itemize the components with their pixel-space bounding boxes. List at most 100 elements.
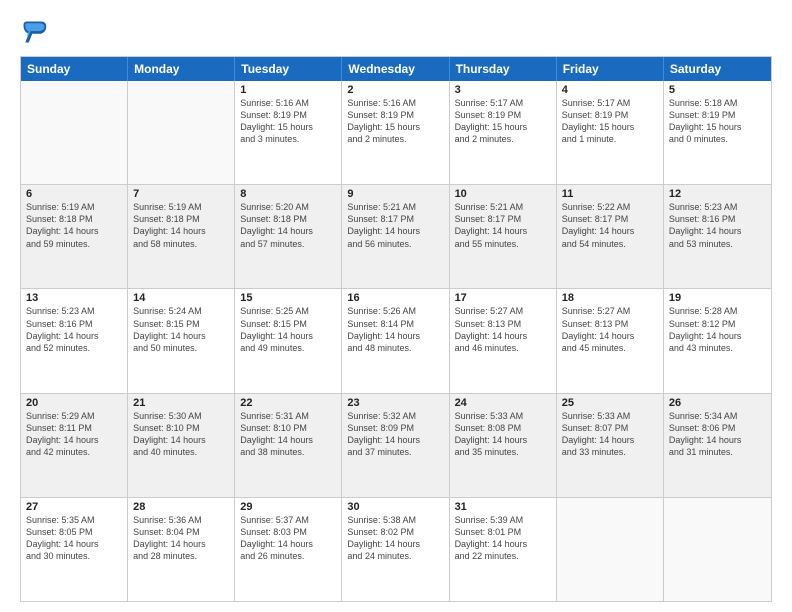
cell-info-line: Sunset: 8:10 PM — [133, 422, 229, 434]
cell-info-line: Sunrise: 5:23 AM — [26, 305, 122, 317]
calendar: SundayMondayTuesdayWednesdayThursdayFrid… — [20, 56, 772, 602]
weekday-header-saturday: Saturday — [664, 57, 771, 81]
day-number: 8 — [240, 188, 336, 200]
day-number: 15 — [240, 292, 336, 304]
calendar-cell: 7Sunrise: 5:19 AMSunset: 8:18 PMDaylight… — [128, 185, 235, 288]
cell-info-line: Sunset: 8:13 PM — [455, 318, 551, 330]
cell-info-line: Sunrise: 5:35 AM — [26, 514, 122, 526]
calendar-cell: 21Sunrise: 5:30 AMSunset: 8:10 PMDayligh… — [128, 394, 235, 497]
cell-info-line: Sunset: 8:09 PM — [347, 422, 443, 434]
day-number: 31 — [455, 501, 551, 513]
day-number: 9 — [347, 188, 443, 200]
calendar-row-1: 1Sunrise: 5:16 AMSunset: 8:19 PMDaylight… — [21, 81, 771, 184]
cell-info-line: Daylight: 14 hours — [347, 538, 443, 550]
calendar-cell: 29Sunrise: 5:37 AMSunset: 8:03 PMDayligh… — [235, 498, 342, 601]
cell-info-line: Sunset: 8:02 PM — [347, 526, 443, 538]
cell-info-line: and 46 minutes. — [455, 342, 551, 354]
cell-info-line: and 37 minutes. — [347, 446, 443, 458]
cell-info-line: Sunrise: 5:21 AM — [455, 201, 551, 213]
cell-info-line: and 54 minutes. — [562, 238, 658, 250]
calendar-body: 1Sunrise: 5:16 AMSunset: 8:19 PMDaylight… — [21, 81, 771, 601]
weekday-header-monday: Monday — [128, 57, 235, 81]
cell-info-line: Daylight: 14 hours — [347, 434, 443, 446]
cell-info-line: and 28 minutes. — [133, 550, 229, 562]
cell-info-line: and 52 minutes. — [26, 342, 122, 354]
cell-info-line: and 26 minutes. — [240, 550, 336, 562]
calendar-cell: 8Sunrise: 5:20 AMSunset: 8:18 PMDaylight… — [235, 185, 342, 288]
cell-info-line: Daylight: 14 hours — [133, 434, 229, 446]
cell-info-line: Sunrise: 5:19 AM — [133, 201, 229, 213]
calendar-cell: 1Sunrise: 5:16 AMSunset: 8:19 PMDaylight… — [235, 81, 342, 184]
day-number: 1 — [240, 84, 336, 96]
calendar-cell: 28Sunrise: 5:36 AMSunset: 8:04 PMDayligh… — [128, 498, 235, 601]
calendar-cell: 4Sunrise: 5:17 AMSunset: 8:19 PMDaylight… — [557, 81, 664, 184]
day-number: 18 — [562, 292, 658, 304]
cell-info-line: Sunset: 8:18 PM — [26, 213, 122, 225]
cell-info-line: Sunset: 8:13 PM — [562, 318, 658, 330]
cell-info-line: Sunset: 8:01 PM — [455, 526, 551, 538]
calendar-row-5: 27Sunrise: 5:35 AMSunset: 8:05 PMDayligh… — [21, 497, 771, 601]
cell-info-line: Daylight: 14 hours — [26, 434, 122, 446]
cell-info-line: Sunset: 8:15 PM — [133, 318, 229, 330]
cell-info-line: Sunset: 8:15 PM — [240, 318, 336, 330]
cell-info-line: Sunset: 8:08 PM — [455, 422, 551, 434]
day-number: 11 — [562, 188, 658, 200]
calendar-cell: 3Sunrise: 5:17 AMSunset: 8:19 PMDaylight… — [450, 81, 557, 184]
calendar-cell — [664, 498, 771, 601]
cell-info-line: Sunrise: 5:29 AM — [26, 410, 122, 422]
calendar-cell: 19Sunrise: 5:28 AMSunset: 8:12 PMDayligh… — [664, 289, 771, 392]
cell-info-line: Sunrise: 5:23 AM — [669, 201, 766, 213]
cell-info-line: Sunset: 8:18 PM — [240, 213, 336, 225]
cell-info-line: Sunrise: 5:36 AM — [133, 514, 229, 526]
day-number: 27 — [26, 501, 122, 513]
weekday-header-sunday: Sunday — [21, 57, 128, 81]
cell-info-line: Sunset: 8:10 PM — [240, 422, 336, 434]
cell-info-line: Sunrise: 5:25 AM — [240, 305, 336, 317]
cell-info-line: Daylight: 14 hours — [347, 225, 443, 237]
cell-info-line: Sunset: 8:19 PM — [669, 109, 766, 121]
calendar-cell: 24Sunrise: 5:33 AMSunset: 8:08 PMDayligh… — [450, 394, 557, 497]
cell-info-line: Sunrise: 5:24 AM — [133, 305, 229, 317]
cell-info-line: Sunset: 8:16 PM — [669, 213, 766, 225]
cell-info-line: Daylight: 14 hours — [26, 225, 122, 237]
calendar-cell: 2Sunrise: 5:16 AMSunset: 8:19 PMDaylight… — [342, 81, 449, 184]
cell-info-line: Daylight: 14 hours — [669, 330, 766, 342]
cell-info-line: and 49 minutes. — [240, 342, 336, 354]
cell-info-line: Sunset: 8:03 PM — [240, 526, 336, 538]
cell-info-line: Sunrise: 5:17 AM — [455, 97, 551, 109]
cell-info-line: Sunrise: 5:27 AM — [455, 305, 551, 317]
cell-info-line: and 31 minutes. — [669, 446, 766, 458]
day-number: 21 — [133, 397, 229, 409]
cell-info-line: Sunset: 8:14 PM — [347, 318, 443, 330]
calendar-cell: 18Sunrise: 5:27 AMSunset: 8:13 PMDayligh… — [557, 289, 664, 392]
cell-info-line: and 55 minutes. — [455, 238, 551, 250]
cell-info-line: Daylight: 14 hours — [562, 434, 658, 446]
cell-info-line: and 45 minutes. — [562, 342, 658, 354]
calendar-cell: 23Sunrise: 5:32 AMSunset: 8:09 PMDayligh… — [342, 394, 449, 497]
cell-info-line: Daylight: 14 hours — [240, 434, 336, 446]
cell-info-line: Sunrise: 5:22 AM — [562, 201, 658, 213]
cell-info-line: Daylight: 14 hours — [455, 538, 551, 550]
cell-info-line: Daylight: 14 hours — [455, 434, 551, 446]
cell-info-line: Daylight: 15 hours — [562, 121, 658, 133]
cell-info-line: and 59 minutes. — [26, 238, 122, 250]
day-number: 5 — [669, 84, 766, 96]
cell-info-line: Sunrise: 5:31 AM — [240, 410, 336, 422]
cell-info-line: and 3 minutes. — [240, 133, 336, 145]
cell-info-line: Sunrise: 5:30 AM — [133, 410, 229, 422]
cell-info-line: and 22 minutes. — [455, 550, 551, 562]
calendar-cell: 10Sunrise: 5:21 AMSunset: 8:17 PMDayligh… — [450, 185, 557, 288]
cell-info-line: Daylight: 14 hours — [240, 330, 336, 342]
calendar-cell — [128, 81, 235, 184]
weekday-header-thursday: Thursday — [450, 57, 557, 81]
cell-info-line: Sunrise: 5:18 AM — [669, 97, 766, 109]
cell-info-line: Sunrise: 5:28 AM — [669, 305, 766, 317]
cell-info-line: and 43 minutes. — [669, 342, 766, 354]
calendar-cell: 25Sunrise: 5:33 AMSunset: 8:07 PMDayligh… — [557, 394, 664, 497]
calendar-row-2: 6Sunrise: 5:19 AMSunset: 8:18 PMDaylight… — [21, 184, 771, 288]
weekday-header-tuesday: Tuesday — [235, 57, 342, 81]
cell-info-line: and 58 minutes. — [133, 238, 229, 250]
day-number: 10 — [455, 188, 551, 200]
calendar-cell: 16Sunrise: 5:26 AMSunset: 8:14 PMDayligh… — [342, 289, 449, 392]
cell-info-line: and 0 minutes. — [669, 133, 766, 145]
